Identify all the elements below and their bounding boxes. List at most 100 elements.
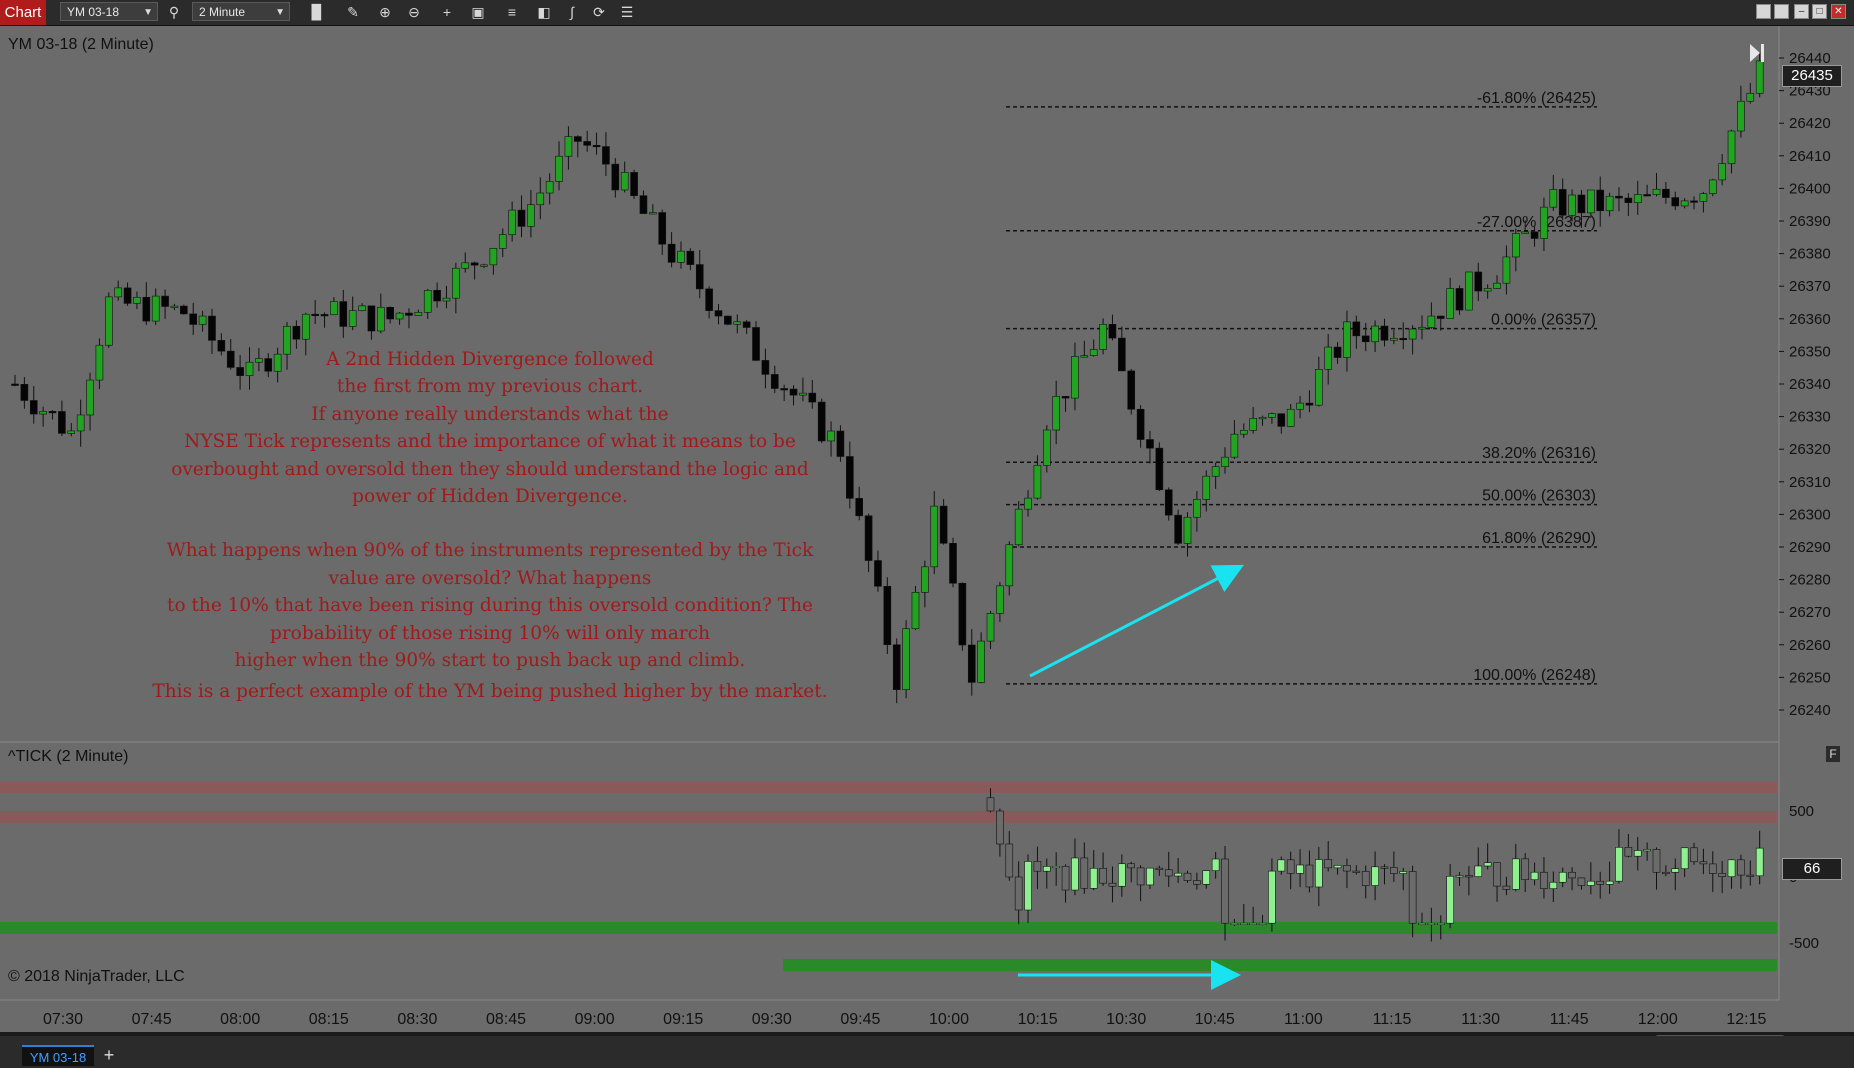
fib-level-label: 61.80% (26290) bbox=[1482, 530, 1596, 547]
price-candle bbox=[1746, 92, 1755, 102]
add-tab-button[interactable]: + bbox=[98, 1044, 120, 1066]
price-candle bbox=[1014, 508, 1023, 546]
price-candle bbox=[1737, 100, 1745, 132]
tick-candle bbox=[1549, 881, 1558, 889]
price-candle bbox=[1436, 315, 1445, 319]
price-candle bbox=[667, 243, 676, 263]
tick-candle bbox=[1305, 864, 1314, 888]
tick-candle bbox=[1258, 922, 1267, 926]
price-axis-label: 26400 bbox=[1789, 180, 1831, 197]
price-axis-label: 26420 bbox=[1789, 115, 1831, 132]
tick-candle bbox=[1662, 871, 1670, 875]
price-candle bbox=[1202, 475, 1211, 500]
tick-candle bbox=[1146, 867, 1154, 886]
price-candle bbox=[864, 515, 873, 561]
annotation-line: NYSE Tick represents and the importance … bbox=[184, 431, 796, 453]
price-candle bbox=[358, 305, 366, 311]
fib-level-label: -27.00% (26387) bbox=[1477, 214, 1596, 231]
price-axis-label: 26280 bbox=[1789, 572, 1831, 589]
tick-candle bbox=[1399, 871, 1408, 874]
tab-ym-03-18[interactable]: YM 03-18 bbox=[22, 1045, 94, 1066]
annotation-line: probability of those rising 10% will onl… bbox=[270, 622, 710, 644]
price-axis-label: 26300 bbox=[1789, 506, 1831, 523]
price-axis-label: 26370 bbox=[1789, 278, 1831, 295]
price-candle bbox=[1296, 402, 1304, 410]
price-candle bbox=[11, 383, 19, 386]
tick-candle bbox=[1343, 865, 1351, 872]
annotation-text: A 2nd Hidden Divergence followed the fir… bbox=[140, 346, 840, 706]
price-candle bbox=[1558, 189, 1567, 216]
time-axis-label: 09:45 bbox=[840, 1011, 880, 1028]
price-candle bbox=[95, 344, 104, 381]
price-candle bbox=[58, 411, 66, 434]
tick-candle bbox=[1718, 873, 1726, 877]
price-candle bbox=[527, 204, 535, 227]
price-candle bbox=[1568, 194, 1576, 216]
tick-candle bbox=[1605, 880, 1614, 885]
time-axis-label: 09:15 bbox=[663, 1011, 703, 1028]
price-candle bbox=[949, 542, 957, 584]
scroll-right-icon[interactable] bbox=[1750, 44, 1764, 62]
price-candle bbox=[1549, 189, 1558, 208]
fib-level-label: 38.20% (26316) bbox=[1482, 445, 1596, 462]
price-candle bbox=[1174, 514, 1182, 544]
tick-panel-button[interactable]: F bbox=[1826, 746, 1840, 762]
annotation-line: overbought and oversold then they should… bbox=[171, 458, 809, 480]
annotation-line: higher when the 90% start to push back u… bbox=[234, 650, 746, 672]
tick-candle bbox=[1052, 865, 1060, 869]
price-candle bbox=[1371, 325, 1379, 343]
tick-candle bbox=[1024, 861, 1032, 911]
tick-candle bbox=[1418, 922, 1426, 926]
price-candle bbox=[564, 136, 573, 157]
tick-candle bbox=[1183, 872, 1192, 881]
tick-candle bbox=[1174, 872, 1182, 877]
price-axis-label: 26320 bbox=[1789, 441, 1831, 458]
tick-candle bbox=[1005, 843, 1014, 878]
price-candle bbox=[1680, 200, 1689, 207]
price-candle bbox=[911, 592, 920, 630]
price-candle bbox=[1352, 321, 1361, 337]
price-candle bbox=[1043, 429, 1051, 466]
tick-candle bbox=[1408, 871, 1417, 924]
tick-candle bbox=[1033, 861, 1042, 872]
tick-candle bbox=[1108, 882, 1117, 887]
price-candle bbox=[1671, 197, 1680, 207]
time-axis-label: 08:00 bbox=[220, 1011, 260, 1028]
tick-candle bbox=[1493, 862, 1501, 887]
time-axis-label: 07:30 bbox=[43, 1011, 83, 1028]
price-axis-label: 26360 bbox=[1789, 311, 1831, 328]
fib-retracement[interactable]: -61.80% (26425) -27.00% (26387) 0.00% (263… bbox=[1006, 90, 1597, 685]
tick-candle bbox=[1071, 857, 1079, 891]
time-axis-label: 08:30 bbox=[397, 1011, 437, 1028]
price-candle bbox=[874, 560, 882, 587]
price-candle bbox=[1633, 194, 1642, 203]
price-candle bbox=[1690, 200, 1698, 203]
tick-candle bbox=[1671, 868, 1680, 873]
price-candle bbox=[714, 310, 723, 317]
price-candle bbox=[508, 209, 516, 235]
price-candle bbox=[1239, 430, 1248, 435]
price-candle bbox=[1080, 355, 1089, 358]
time-axis-label: 10:45 bbox=[1195, 1011, 1235, 1028]
price-axis[interactable]: 2644026430264202641026400263902638026370… bbox=[1779, 50, 1831, 719]
tick-candle bbox=[1512, 858, 1520, 890]
price-candle bbox=[545, 181, 554, 194]
price-candle bbox=[1399, 337, 1408, 341]
tick-candle bbox=[1118, 863, 1126, 887]
price-candle bbox=[489, 248, 498, 266]
price-candle bbox=[480, 264, 488, 267]
overbought-band-lower bbox=[0, 811, 1777, 823]
annotation-line: If anyone really understands what the bbox=[311, 403, 669, 425]
tick-candle bbox=[1615, 847, 1623, 882]
price-candle bbox=[1361, 335, 1370, 343]
price-candle bbox=[1052, 396, 1060, 431]
price-candle bbox=[292, 325, 301, 340]
tick-candle bbox=[1249, 922, 1257, 926]
price-axis-label: 26310 bbox=[1789, 474, 1831, 491]
price-axis-label: 26290 bbox=[1789, 539, 1831, 556]
time-axis[interactable]: 07:30 07:45 08:00 08:15 08:30 08:45 09:00 09:15… bbox=[43, 1011, 1767, 1028]
tick-candle bbox=[1446, 875, 1454, 924]
price-candle bbox=[1587, 189, 1595, 214]
price-candle bbox=[330, 301, 338, 316]
divergence-arrows bbox=[1018, 564, 1244, 990]
